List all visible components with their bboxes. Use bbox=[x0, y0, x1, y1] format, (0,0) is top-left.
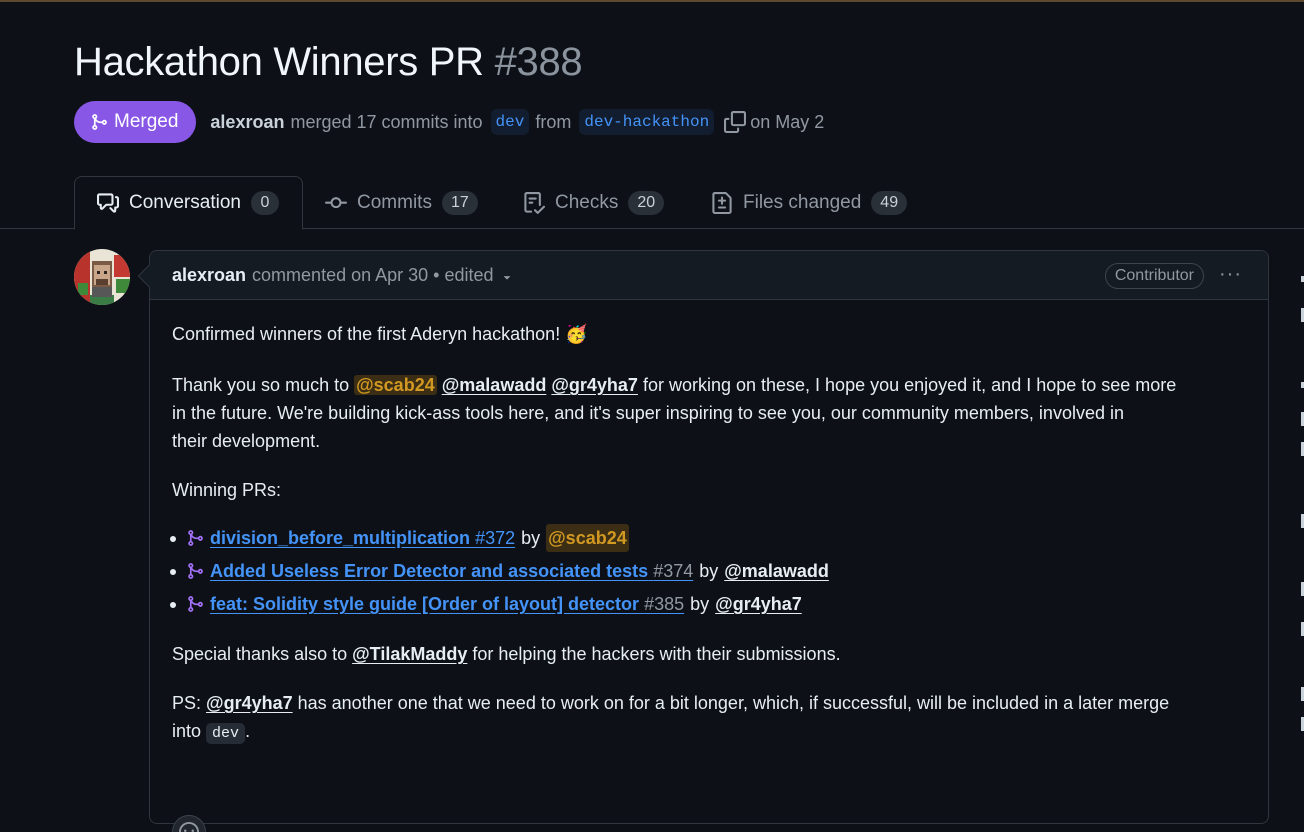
from-text: from bbox=[535, 111, 572, 132]
thanks-line2: in the future. We're building kick-ass t… bbox=[172, 403, 1124, 423]
pr-meta: Merged alexroan merged 17 commits into d… bbox=[74, 101, 824, 143]
comment-author-link[interactable]: alexroan bbox=[172, 265, 246, 286]
special-suffix: for helping the hackers with their submi… bbox=[472, 644, 841, 664]
thanks-prefix: Thank you so much to bbox=[172, 375, 350, 395]
inline-code: dev bbox=[206, 723, 246, 744]
tab-files-changed-label: Files changed bbox=[743, 192, 862, 213]
bullet bbox=[170, 602, 176, 608]
mention-malawadd[interactable]: @malawadd bbox=[442, 375, 547, 395]
pr-title-text: Hackathon Winners PR bbox=[74, 40, 484, 84]
tab-checks[interactable]: Checks 20 bbox=[501, 176, 686, 230]
mention-gr4yha7[interactable]: @gr4yha7 bbox=[551, 375, 638, 395]
git-pull-request-merged-icon bbox=[188, 530, 203, 546]
ps-line1: has another one that we need to work on … bbox=[297, 693, 1170, 713]
pr-link-372[interactable]: division_before_multiplication #372 bbox=[210, 524, 515, 552]
git-pull-request-merged-icon bbox=[188, 563, 203, 579]
mention-scab24[interactable]: @scab24 bbox=[546, 524, 629, 552]
smiley-icon bbox=[179, 822, 199, 832]
thanks-suffix: for working on these, I hope you enjoyed… bbox=[642, 375, 1177, 395]
list-item: division_before_multiplication #372 by @… bbox=[170, 524, 629, 552]
mention-scab24[interactable]: @scab24 bbox=[354, 375, 437, 395]
mention-malawadd[interactable]: @malawadd bbox=[724, 557, 829, 585]
winning-prs-label: Winning PRs: bbox=[172, 480, 282, 500]
comment-box: alexroan commented on Apr 30 • edited Co… bbox=[137, 250, 1269, 832]
copy-icon[interactable] bbox=[724, 111, 747, 133]
head-branch[interactable]: dev-hackathon bbox=[579, 109, 715, 135]
tab-checks-label: Checks bbox=[555, 192, 619, 213]
comment-line-intro: Confirmed winners of the first Aderyn ha… bbox=[172, 324, 588, 344]
special-prefix: Special thanks also to bbox=[172, 644, 348, 664]
list-item: Added Useless Error Detector and associa… bbox=[170, 557, 829, 585]
mention-gr4yha7[interactable]: @gr4yha7 bbox=[715, 590, 802, 618]
pr-link-number: #372 bbox=[475, 528, 516, 548]
tab-files-changed[interactable]: Files changed 49 bbox=[689, 176, 929, 230]
sidebar-edge bbox=[1299, 262, 1304, 762]
tab-commits-label: Commits bbox=[357, 192, 432, 213]
ps-line2-prefix: into bbox=[172, 721, 202, 741]
thanks-line3: their development. bbox=[172, 431, 321, 451]
pr-link-385[interactable]: feat: Solidity style guide [Order of lay… bbox=[210, 590, 684, 618]
comment-header: alexroan commented on Apr 30 • edited Co… bbox=[150, 251, 1268, 300]
ps-line2-suffix: . bbox=[245, 721, 251, 741]
tab-files-changed-count: 49 bbox=[871, 191, 908, 215]
pr-link-number: #374 bbox=[653, 561, 694, 581]
tab-conversation[interactable]: Conversation 0 bbox=[74, 176, 303, 230]
git-commit-icon bbox=[325, 197, 347, 209]
checklist-icon bbox=[524, 192, 545, 214]
bullet bbox=[170, 536, 176, 542]
contributor-badge: Contributor bbox=[1104, 263, 1204, 289]
add-reaction-button[interactable] bbox=[172, 815, 206, 832]
comment-discussion-icon bbox=[97, 193, 119, 213]
ps-prefix: PS: bbox=[172, 693, 202, 713]
pr-link-374[interactable]: Added Useless Error Detector and associa… bbox=[210, 557, 693, 585]
list-item: feat: Solidity style guide [Order of lay… bbox=[170, 590, 802, 618]
tab-checks-count: 20 bbox=[628, 191, 665, 215]
comment-thanks-paragraph: Thank you so much to @scab24 @malawadd @… bbox=[172, 371, 1246, 455]
merge-date: on May 2 bbox=[750, 111, 825, 132]
file-diff-icon bbox=[712, 192, 732, 214]
merge-text: merged 17 commits into bbox=[290, 111, 483, 132]
pr-number: #388 bbox=[494, 40, 583, 84]
comment-meta[interactable]: commented on Apr 30 • edited bbox=[252, 265, 493, 286]
tab-commits-count: 17 bbox=[441, 191, 478, 215]
kebab-menu-icon[interactable]: ··· bbox=[1219, 263, 1242, 286]
tab-conversation-label: Conversation bbox=[129, 192, 241, 213]
pr-by-text: by bbox=[521, 528, 541, 548]
merged-label: Merged bbox=[114, 111, 179, 132]
bullet bbox=[170, 569, 176, 575]
base-branch[interactable]: dev bbox=[490, 109, 530, 135]
mention-tilakmaddy[interactable]: @TilakMaddy bbox=[352, 644, 467, 664]
pr-link-title: division_before_multiplication bbox=[210, 528, 471, 548]
pr-tabs: Conversation 0 Commits 17 Checks 20 File… bbox=[0, 176, 1304, 230]
git-pull-request-merged-icon bbox=[188, 596, 203, 612]
pr-author-link[interactable]: alexroan bbox=[210, 112, 284, 133]
pr-by-text: by bbox=[699, 561, 719, 581]
pr-by-text: by bbox=[690, 594, 710, 614]
pr-link-number: #385 bbox=[644, 594, 685, 614]
merged-status-badge: Merged bbox=[74, 101, 197, 143]
pr-link-title: Added Useless Error Detector and associa… bbox=[210, 561, 649, 581]
tab-commits[interactable]: Commits 17 bbox=[303, 176, 500, 230]
tab-conversation-count: 0 bbox=[250, 191, 279, 215]
avatar[interactable] bbox=[74, 249, 130, 305]
pr-link-title: feat: Solidity style guide [Order of lay… bbox=[210, 594, 640, 614]
git-merge-icon bbox=[92, 114, 107, 130]
ps-paragraph: PS: @gr4yha7 has another one that we nee… bbox=[172, 689, 1246, 748]
pr-title: Hackathon Winners PR #388 bbox=[74, 40, 583, 85]
special-thanks-paragraph: Special thanks also to @TilakMaddy for h… bbox=[172, 640, 1246, 668]
triangle-down-icon[interactable] bbox=[500, 270, 514, 284]
comment-body: Confirmed winners of the first Aderyn ha… bbox=[150, 300, 1268, 832]
mention-gr4yha7[interactable]: @gr4yha7 bbox=[206, 693, 293, 713]
